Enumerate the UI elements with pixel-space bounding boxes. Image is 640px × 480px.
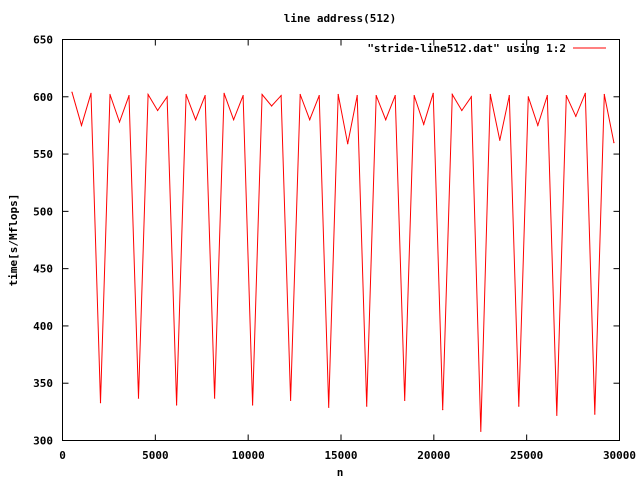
data-point: [233, 119, 235, 121]
data-point: [470, 96, 472, 98]
data-point: [499, 139, 501, 141]
data-point: [147, 93, 149, 96]
y-tick-label: 500: [33, 205, 53, 218]
data-point: [99, 402, 102, 404]
data-point: [280, 95, 282, 97]
chart-title: line address(512): [284, 12, 397, 25]
series-layer: [71, 91, 615, 432]
y-tick-label: 600: [33, 91, 53, 104]
data-point: [309, 119, 311, 121]
data-point: [394, 95, 396, 97]
x-axis-label: n: [337, 466, 344, 479]
data-point: [290, 399, 292, 401]
data-point: [261, 93, 263, 96]
data-point: [375, 95, 377, 97]
data-point: [252, 404, 254, 406]
legend: "stride-line512.dat" using 1:2: [367, 42, 606, 55]
x-tick-label: 5000: [142, 449, 169, 462]
data-point: [118, 121, 121, 123]
series-line: [71, 92, 615, 432]
data-point: [366, 405, 368, 407]
data-point: [109, 93, 111, 96]
data-point: [584, 92, 586, 94]
data-point: [404, 399, 406, 401]
data-point: [489, 93, 491, 96]
data-point: [385, 119, 387, 121]
data-point: [413, 95, 415, 97]
data-point: [157, 109, 159, 112]
data-point: [128, 95, 130, 97]
data-point: [90, 92, 92, 94]
y-tick-label: 650: [33, 34, 53, 47]
axis-ticks: 0 5000 10000 15000 20000 25000 30000 300 350 400 4…: [33, 34, 636, 463]
y-tick-label: 450: [33, 263, 53, 276]
data-point: [195, 119, 197, 121]
data-point: [214, 397, 216, 399]
data-point: [328, 406, 330, 408]
x-tick-label: 25000: [510, 449, 543, 462]
data-point: [518, 405, 520, 407]
data-point: [347, 143, 349, 145]
data-point: [480, 430, 482, 432]
data-point: [603, 93, 605, 96]
data-point: [271, 105, 273, 107]
data-point: [318, 95, 320, 97]
data-point: [508, 95, 510, 97]
data-point: [80, 124, 83, 126]
data-point: [204, 95, 206, 97]
data-point: [461, 109, 463, 112]
data-point: [546, 95, 548, 97]
y-axis-label: time[s/Mflops]: [7, 194, 20, 287]
data-point: [242, 95, 244, 97]
data-point: [594, 413, 596, 415]
legend-label: "stride-line512.dat" using 1:2: [367, 42, 566, 55]
data-point: [299, 93, 301, 96]
data-point: [166, 96, 168, 98]
data-point: [71, 91, 73, 93]
data-point: [575, 115, 577, 117]
data-point: [356, 95, 358, 97]
plot-frame: [62, 39, 620, 441]
y-tick-label: 550: [33, 148, 53, 161]
data-point: [432, 92, 434, 94]
data-point: [137, 397, 140, 399]
data-point: [423, 123, 425, 125]
data-point: [337, 93, 339, 96]
data-point: [527, 96, 529, 98]
data-point: [185, 93, 187, 96]
data-point: [176, 404, 178, 406]
x-tick-label: 10000: [232, 449, 265, 462]
data-point: [223, 92, 225, 94]
data-point: [565, 95, 567, 97]
data-point: [451, 93, 453, 96]
line-chart: line address(512) 0 5000 10000 15000 20000 25…: [7, 12, 636, 479]
y-tick-label: 300: [33, 435, 53, 448]
x-tick-label: 30000: [603, 449, 636, 462]
x-tick-label: 0: [59, 449, 66, 462]
y-tick-label: 400: [33, 320, 53, 333]
data-point: [537, 124, 539, 126]
y-tick-label: 350: [33, 377, 53, 390]
data-point: [556, 414, 558, 416]
data-point: [613, 142, 615, 144]
x-tick-label: 15000: [324, 449, 357, 462]
data-point: [442, 409, 444, 411]
x-tick-label: 20000: [417, 449, 450, 462]
